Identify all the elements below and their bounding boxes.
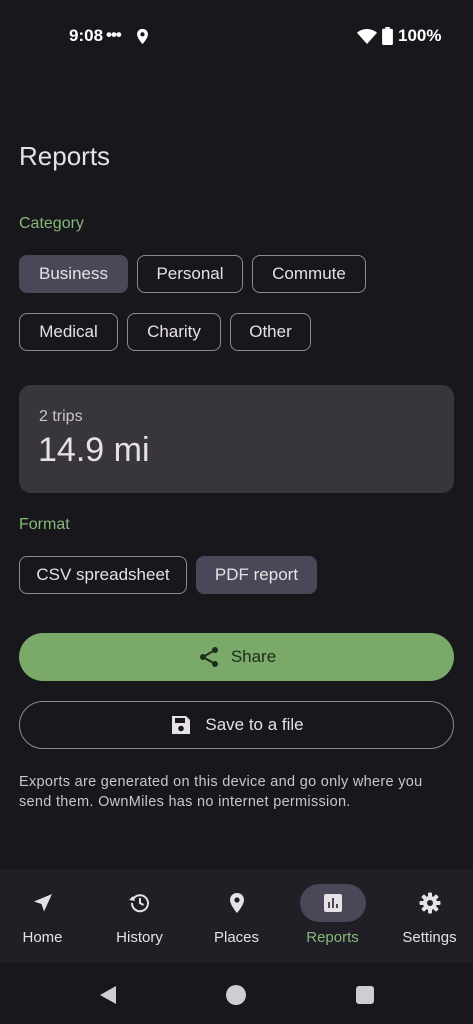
chip-medical[interactable]: Medical: [19, 313, 118, 351]
chip-label: Business: [39, 264, 108, 283]
nav-label: History: [116, 929, 163, 946]
history-icon: [128, 894, 149, 913]
save-button-label: Save to a file: [205, 715, 304, 734]
nav-item-places[interactable]: Places: [189, 870, 284, 962]
gear-icon: [419, 892, 440, 914]
chip-label: Other: [249, 322, 292, 341]
trip-count: 2 trips: [39, 408, 83, 425]
page-title: Reports: [19, 141, 111, 171]
battery-icon: [382, 27, 393, 45]
chip-commute[interactable]: Commute: [252, 255, 366, 293]
status-bar: 9:08 ••• 100%: [0, 0, 473, 72]
chip-personal[interactable]: Personal: [137, 255, 243, 293]
chip-business[interactable]: Business: [19, 255, 128, 293]
wifi-icon: [357, 29, 377, 44]
recent-apps-icon[interactable]: [356, 986, 374, 1004]
bar-chart-icon: [323, 894, 342, 912]
bottom-navigation: Home History Places Reports Settings: [0, 870, 473, 962]
save-to-file-button[interactable]: Save to a file: [19, 701, 454, 749]
nav-item-settings[interactable]: Settings: [382, 870, 473, 962]
chip-label: Medical: [39, 322, 98, 341]
chip-other[interactable]: Other: [230, 313, 311, 351]
chip-charity[interactable]: Charity: [127, 313, 221, 351]
home-icon[interactable]: [226, 985, 246, 1005]
nav-label: Settings: [402, 929, 457, 946]
nav-label: Reports: [306, 929, 359, 946]
share-icon: [199, 647, 218, 667]
location-status-icon: [137, 28, 148, 45]
chip-label: Charity: [147, 322, 201, 341]
privacy-footnote: Exports are generated on this device and…: [19, 774, 423, 810]
category-label: Category: [19, 215, 84, 232]
nav-item-history[interactable]: History: [92, 870, 187, 962]
battery-percentage: 100%: [398, 26, 442, 45]
nav-label: Places: [213, 929, 260, 946]
back-icon[interactable]: [98, 984, 118, 1006]
location-pin-icon: [229, 893, 244, 913]
chip-label: PDF report: [214, 565, 299, 584]
chip-label: CSV spreadsheet: [36, 565, 170, 584]
save-icon: [172, 716, 191, 734]
chip-label: Personal: [156, 264, 224, 283]
format-label: Format: [19, 516, 70, 533]
chip-csv-spreadsheet[interactable]: CSV spreadsheet: [19, 556, 187, 594]
navigation-arrow-icon: [33, 894, 52, 912]
nav-item-reports[interactable]: Reports: [285, 870, 380, 962]
notification-dots: •••: [106, 25, 122, 44]
status-time: 9:08: [69, 26, 104, 45]
share-button-label: Share: [230, 647, 277, 666]
chip-label: Commute: [272, 264, 346, 283]
total-distance: 14.9 mi: [38, 431, 150, 469]
chip-pdf-report[interactable]: PDF report: [196, 556, 317, 594]
nav-label: Home: [22, 929, 63, 946]
nav-item-home[interactable]: Home: [0, 870, 90, 962]
share-button[interactable]: Share: [19, 633, 454, 681]
summary-card: 2 trips 14.9 mi: [19, 385, 454, 493]
